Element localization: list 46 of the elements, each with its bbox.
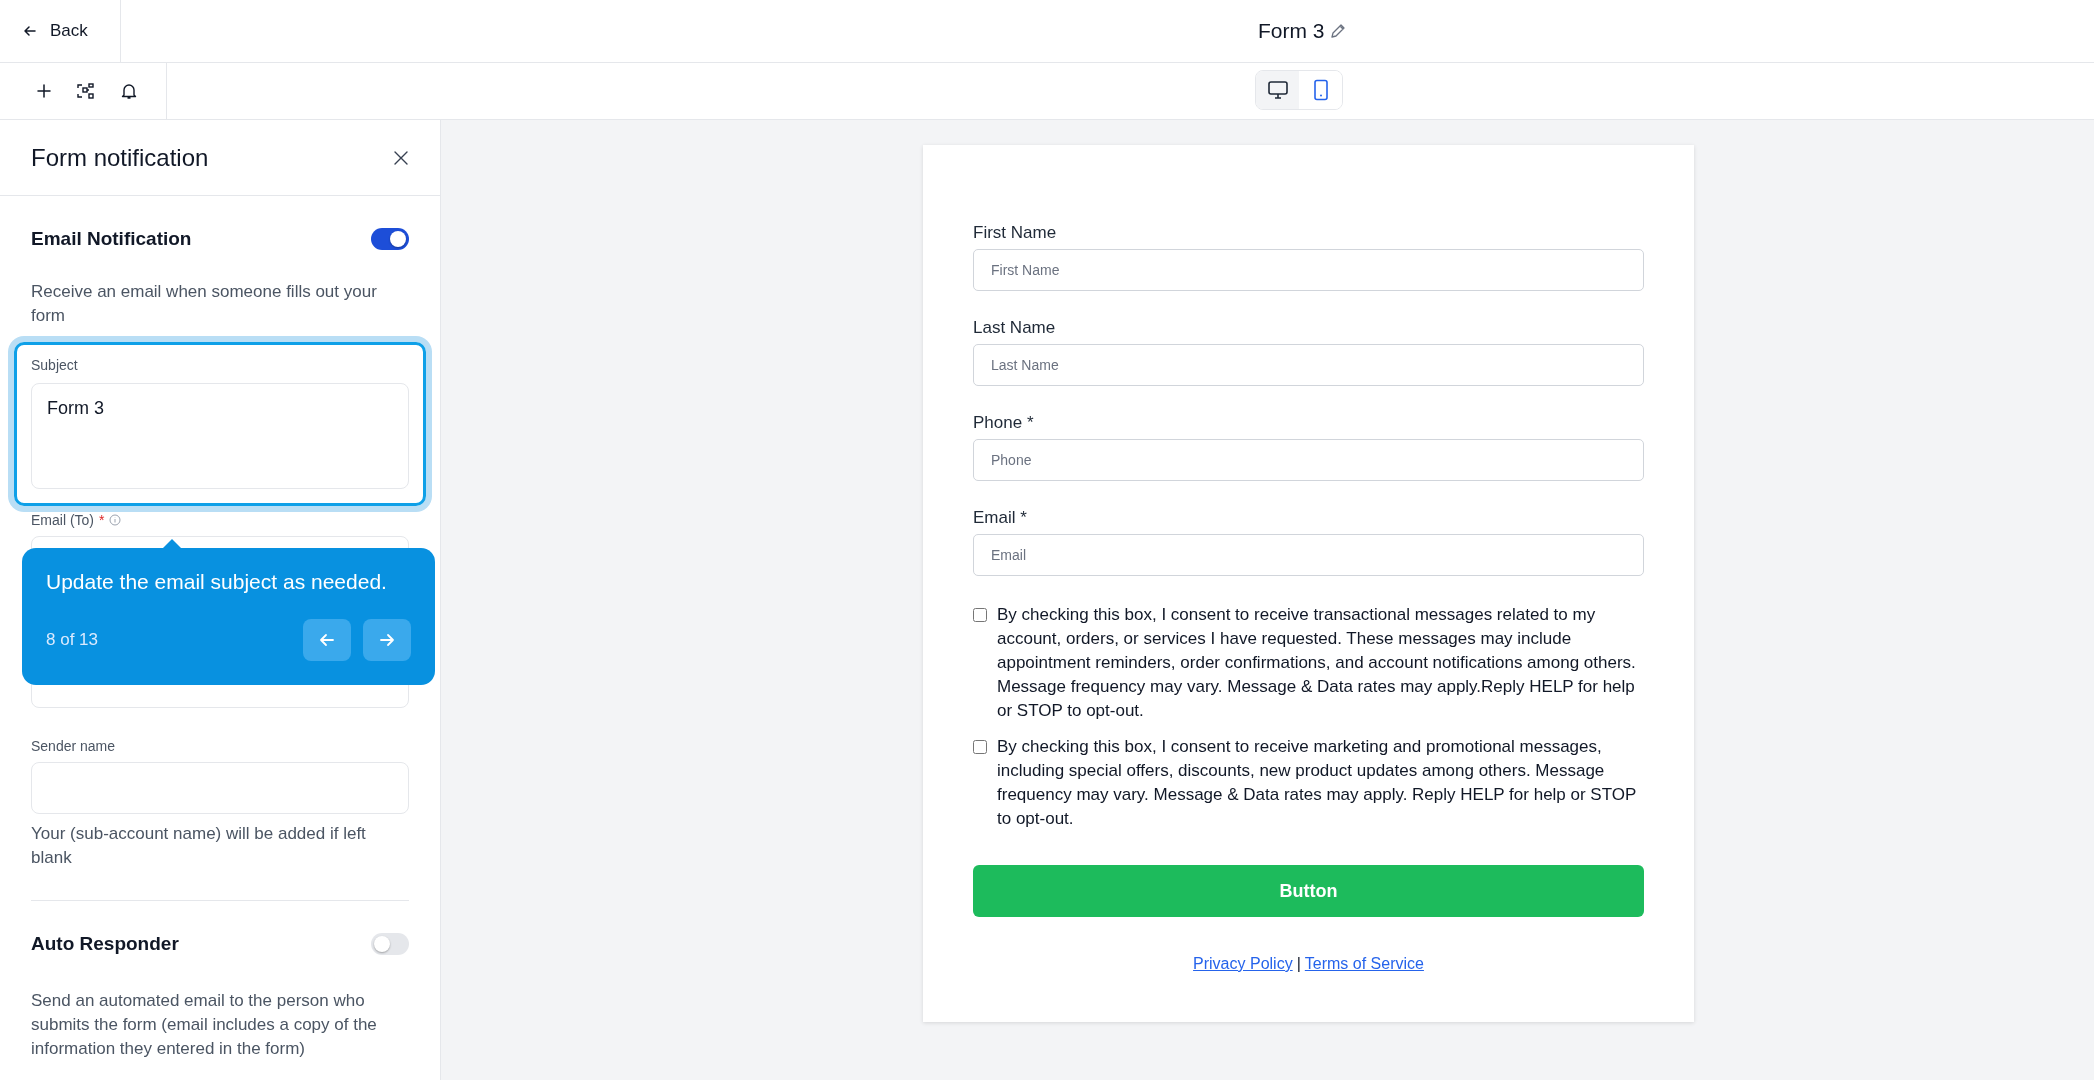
toggle-switch[interactable]	[371, 228, 409, 250]
arrow-left-icon	[318, 632, 336, 648]
step-counter: 8 of 13	[46, 630, 98, 650]
field-label: Sender name	[31, 738, 117, 754]
frame-icon[interactable]	[76, 82, 96, 100]
bell-icon[interactable]	[120, 82, 138, 100]
close-icon[interactable]	[393, 149, 409, 166]
consent-text: By checking this box, I consent to receive transactional messages related to my account, orders, or services I have requested. These messages may include appointment reminders, order confirmations, and account notifications among others. Message frequency may vary. Message & Data rates may apply.Reply HELP for help or STOP to opt-out.	[997, 604, 1637, 722]
form-title: Form 3	[1258, 19, 1325, 43]
field-label: Email *	[973, 508, 1028, 528]
text-field[interactable]: Phone	[973, 439, 1644, 481]
desktop-view-button[interactable]	[1256, 71, 1299, 109]
plus-icon[interactable]	[36, 83, 52, 99]
consent-checkbox[interactable]	[973, 608, 987, 622]
panel-title: Form notification	[31, 143, 209, 172]
sender-name-field[interactable]	[31, 762, 409, 814]
text-field[interactable]: First Name	[973, 249, 1644, 291]
section-description: Receive an email when someone fills out your form	[31, 281, 378, 327]
text-field[interactable]: Last Name	[973, 344, 1644, 386]
link-separator: |	[1296, 955, 1301, 973]
back-arrow-icon	[22, 23, 38, 39]
section-title: Auto Responder	[31, 933, 179, 955]
toggle-switch[interactable]	[371, 933, 409, 955]
arrow-right-icon	[378, 632, 396, 648]
text-field[interactable]: Email	[973, 534, 1644, 576]
phone-icon	[1312, 79, 1329, 101]
previous-button[interactable]	[303, 619, 351, 661]
info-icon	[109, 514, 122, 526]
section-title: Email Notification	[31, 228, 192, 250]
consent-checkbox[interactable]	[973, 740, 987, 754]
next-button[interactable]	[363, 619, 411, 661]
subject-field[interactable]: Form 3	[31, 383, 409, 489]
privacy-policy-link[interactable]: Privacy Policy	[1193, 955, 1293, 973]
tooltip-text: Update the email subject as needed.	[46, 570, 388, 594]
terms-link[interactable]: Terms of Service	[1304, 955, 1424, 973]
pencil-icon[interactable]	[1328, 22, 1347, 40]
monitor-icon	[1266, 80, 1289, 100]
help-text: Your (sub-account name) will be added if left blank	[31, 823, 367, 869]
required-mark: *	[99, 512, 105, 528]
section-description: Send an automated email to the person who submits the form (email includes a copy of the information they entered in the form)	[31, 990, 378, 1060]
field-label: First Name	[973, 223, 1058, 243]
consent-text: By checking this box, I consent to receive marketing and promotional messages, including special offers, discounts, new product updates among others. Message frequency may vary. Message & Data rates may apply. Reply HELP for help or STOP to opt-out.	[997, 736, 1638, 830]
field-label: Phone *	[973, 413, 1035, 433]
field-label: Last Name	[973, 318, 1057, 338]
field-label: Email (To)	[31, 512, 94, 528]
field-label: Subject	[31, 357, 79, 373]
